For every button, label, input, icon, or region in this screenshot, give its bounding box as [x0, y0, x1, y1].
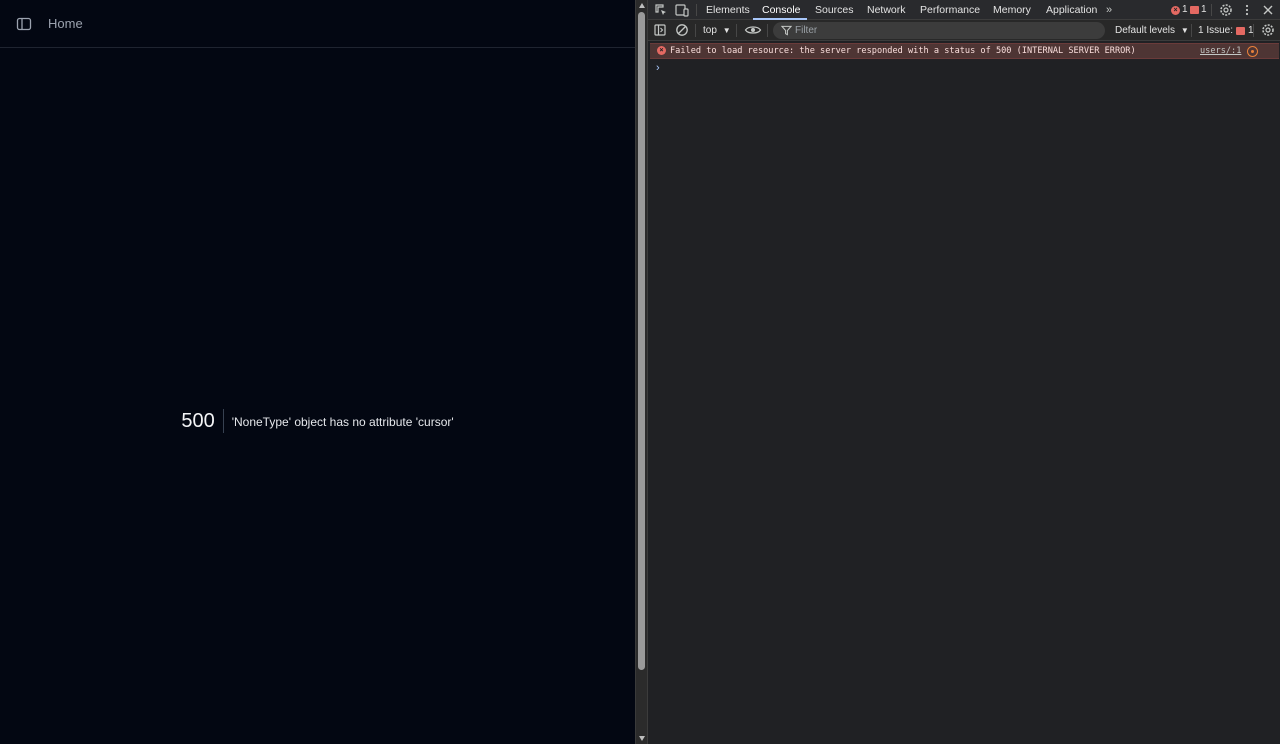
toolbar-separator: [695, 24, 696, 37]
chevron-down-icon: ▼: [1180, 26, 1189, 35]
filter-input[interactable]: Filter: [773, 22, 1105, 39]
tab-sources[interactable]: Sources: [815, 0, 854, 20]
toolbar-separator: [1253, 24, 1254, 37]
scroll-up-arrow-icon[interactable]: [639, 3, 645, 8]
toolbar-separator: [736, 24, 737, 37]
error-count: 1: [1182, 4, 1188, 15]
warning-count: 1: [1201, 4, 1207, 15]
ai-explain-icon[interactable]: [1247, 46, 1258, 57]
devtools-panel: Elements Console Sources Network Perform…: [647, 0, 1280, 744]
console-error-text: Failed to load resource: the server resp…: [670, 46, 1136, 56]
filter-placeholder: Filter: [795, 25, 818, 36]
toolbar-separator: [696, 4, 697, 16]
error-message: 'NoneType' object has no attribute 'curs…: [231, 415, 454, 429]
close-devtools-icon[interactable]: [1260, 2, 1276, 18]
error-display: 500 'NoneType' object has no attribute '…: [0, 405, 635, 437]
error-icon: ×: [1171, 5, 1180, 15]
page-scrollbar[interactable]: [635, 0, 647, 744]
tab-performance[interactable]: Performance: [920, 0, 980, 20]
app-page: Home 500 'NoneType' object has no attrib…: [0, 0, 635, 744]
more-options-icon[interactable]: [1239, 2, 1255, 18]
tab-network[interactable]: Network: [867, 0, 906, 20]
live-expression-eye-icon[interactable]: [744, 22, 762, 38]
chevron-down-icon: ▼: [722, 26, 731, 35]
app-header: Home: [0, 0, 635, 48]
tab-console[interactable]: Console: [762, 0, 801, 20]
error-code: 500: [181, 410, 215, 432]
toolbar-separator: [1191, 24, 1192, 37]
error-icon: ×: [657, 46, 666, 55]
tab-elements[interactable]: Elements: [706, 0, 750, 20]
console-prompt[interactable]: ›: [656, 62, 660, 74]
issue-flag-icon: [1236, 26, 1246, 35]
tab-application[interactable]: Application: [1046, 0, 1097, 20]
show-sidebar-icon[interactable]: [652, 22, 668, 38]
inspect-element-icon[interactable]: [653, 2, 669, 18]
issues-button[interactable]: 1 Issue: 1: [1198, 23, 1254, 38]
console-error-source-link[interactable]: users/:1: [1200, 44, 1241, 58]
issues-label: 1 Issue:: [1198, 25, 1234, 36]
breadcrumb-home[interactable]: Home: [48, 16, 83, 32]
context-selector[interactable]: top ▼: [703, 23, 731, 38]
issue-flag-icon: [1190, 6, 1199, 14]
console-settings-gear-icon[interactable]: [1260, 22, 1276, 38]
more-tabs-icon[interactable]: »: [1106, 3, 1112, 17]
scroll-thumb[interactable]: [638, 12, 645, 670]
clear-console-icon[interactable]: [674, 22, 690, 38]
error-divider: [222, 409, 224, 433]
log-levels-dropdown[interactable]: Default levels ▼: [1115, 23, 1189, 38]
toolbar-separator: [767, 24, 768, 37]
log-levels-value: Default levels: [1115, 25, 1176, 36]
sidebar-toggle-icon[interactable]: [16, 16, 32, 32]
settings-gear-icon[interactable]: [1218, 2, 1234, 18]
context-value: top: [703, 25, 717, 36]
devtools-tabbar: Elements Console Sources Network Perform…: [648, 0, 1280, 20]
device-toolbar-icon[interactable]: [674, 2, 690, 18]
warning-count-badge[interactable]: 1: [1190, 3, 1207, 17]
scroll-down-arrow-icon[interactable]: [639, 736, 645, 741]
console-toolbar: top ▼ Filter Default levels ▼ 1 Issue: 1: [648, 20, 1280, 41]
console-error-message[interactable]: × Failed to load resource: the server re…: [650, 43, 1279, 59]
toolbar-separator: [1211, 4, 1212, 16]
filter-funnel-icon: [781, 25, 792, 36]
tab-memory[interactable]: Memory: [993, 0, 1031, 20]
error-count-badge[interactable]: × 1: [1171, 3, 1188, 17]
